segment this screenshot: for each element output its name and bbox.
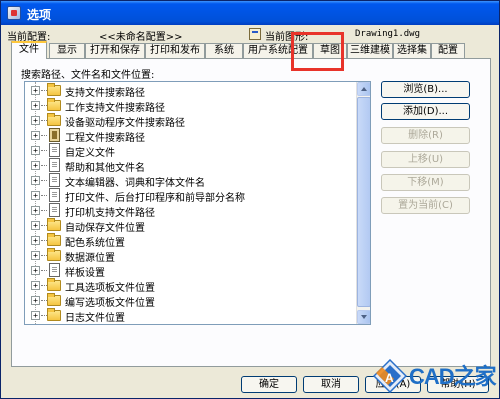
watermark-text: CAD之家 [409,364,497,389]
expand-icon[interactable]: + [31,206,40,215]
expand-icon[interactable]: + [31,191,40,200]
document-icon [49,188,60,202]
expand-icon[interactable]: + [31,221,40,230]
tab-profiles[interactable]: 配置 [431,43,465,59]
folder-icon [47,83,61,96]
window-title: 选项 [27,8,52,22]
scroll-up-icon[interactable] [357,82,370,96]
tab-open-save[interactable]: 打开和保存 [85,43,145,59]
tab-display[interactable]: 显示 [49,43,85,59]
expand-icon[interactable]: + [31,101,40,110]
current-profile-value: <<未命名配置>> [99,32,183,43]
tree-scrollbar[interactable] [356,82,370,324]
expand-icon[interactable]: + [31,116,40,125]
expand-icon[interactable]: + [31,86,40,95]
svg-text:A: A [385,371,394,385]
expand-icon[interactable]: + [31,236,40,245]
options-dialog: 选项 当前配置: <<未命名配置>> 当前图形: Drawing1.dwg 文件… [0,0,500,399]
cad-logo-icon: A [373,359,407,393]
expand-icon[interactable]: + [31,251,40,260]
folder-icon [47,113,61,126]
tab-system[interactable]: 系统 [205,43,243,59]
remove-button[interactable]: 删除(R) [381,127,470,144]
ok-button[interactable]: 确定 [241,376,297,393]
add-button[interactable]: 添加(D)... [381,103,470,120]
tree-item-log-file-location[interactable]: + 日志文件位置 [25,307,355,324]
move-down-button[interactable]: 下移(M) [381,174,470,191]
document-icon [49,263,60,277]
browse-button[interactable]: 浏览(B)... [381,81,470,98]
expand-icon[interactable]: + [31,131,40,140]
tab-files[interactable]: 文件 [11,41,47,59]
expand-icon[interactable]: + [31,266,40,275]
current-drawing-value: Drawing1.dwg [355,29,421,39]
drawing-icon [249,28,261,40]
tab-strip: 文件 显示 打开和保存 打印和发布 系统 用户系统配置 草图 三维建模 选择集 … [11,41,491,59]
drafting-tab-highlight [291,32,344,71]
expand-icon[interactable]: + [31,176,40,185]
folder-icon [47,98,61,111]
document-icon [49,173,60,187]
expand-icon[interactable]: + [31,161,40,170]
document-icon [49,158,60,172]
expand-icon[interactable]: + [31,281,40,290]
tab-plot-publish[interactable]: 打印和发布 [145,43,205,59]
scroll-down-icon[interactable] [357,310,370,324]
folder-icon [47,278,61,291]
current-profile-bar: 当前配置: <<未命名配置>> 当前图形: Drawing1.dwg [1,27,499,43]
tab-3d-modeling[interactable]: 三维建模 [347,43,393,59]
cad-watermark: A CAD之家 [373,357,499,397]
cancel-button[interactable]: 取消 [303,376,359,393]
tree-item-label: 日志文件位置 [65,313,125,324]
folder-icon [47,293,61,306]
search-paths-tree[interactable]: + 支持文件搜索路径 + 工作支持文件搜索路径 + 设备驱动程序文件搜索路径 +… [24,81,371,325]
scroll-thumb[interactable] [357,97,370,307]
folder-icon [47,308,61,321]
expand-icon[interactable]: + [31,146,40,155]
book-icon [49,128,60,142]
tab-selection[interactable]: 选择集 [393,43,431,59]
title-bar[interactable]: 选项 [1,1,499,25]
folder-icon [47,233,61,246]
move-up-button[interactable]: 上移(U) [381,151,470,168]
folder-icon [47,248,61,261]
folder-icon [47,218,61,231]
set-current-button[interactable]: 置为当前(C) [381,197,470,214]
search-paths-label: 搜索路径、文件名和文件位置: [21,70,155,81]
expand-icon[interactable]: + [31,311,40,320]
expand-icon[interactable]: + [31,296,40,305]
app-icon [7,6,21,20]
document-icon [49,143,60,157]
document-icon [49,203,60,217]
